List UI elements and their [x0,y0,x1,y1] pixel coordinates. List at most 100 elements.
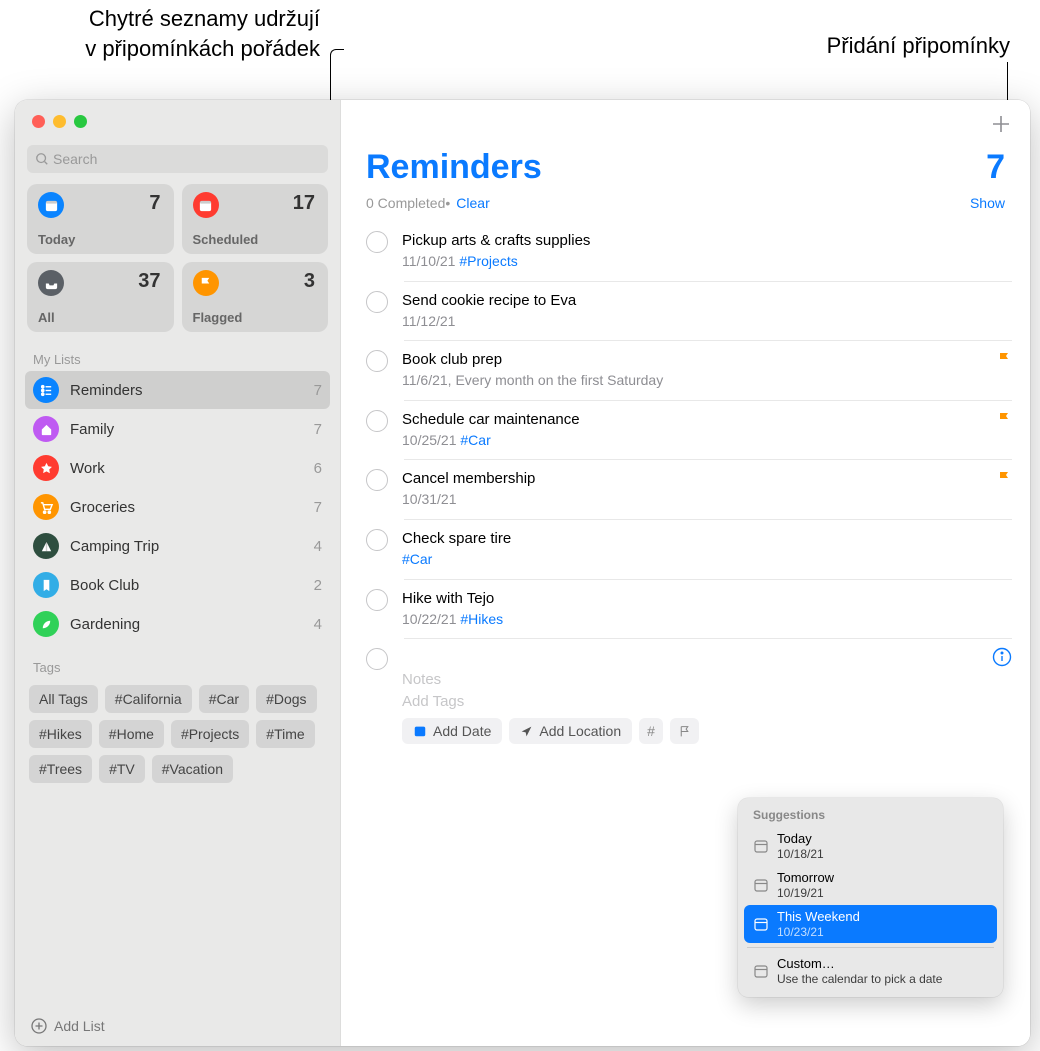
calendar-icon [38,192,64,218]
clear-button[interactable]: Clear [456,195,489,211]
calendar-icon [753,963,769,979]
reminder-meta: 11/6/21, Every month on the first Saturd… [402,371,988,391]
suggestion-label: Today [777,831,824,847]
reminder-title: Send cookie recipe to Eva [402,290,1012,311]
suggestion-custom[interactable]: Custom… Use the calendar to pick a date [744,952,997,990]
checkbox[interactable] [366,231,388,253]
list-count: 2 [314,577,322,594]
hash-icon: # [647,723,655,739]
sidebar-list-gardening[interactable]: Gardening4 [25,605,330,643]
add-list-button[interactable]: Add List [15,1006,340,1046]
suggestions-header: Suggestions [744,805,997,827]
reminder-meta: 11/10/21 #Projects [402,252,1012,272]
reminder-item[interactable]: Schedule car maintenance10/25/21 #Car [366,400,1030,460]
reminder-meta: 10/22/21 #Hikes [402,610,1012,630]
home-icon [33,416,59,442]
add-location-button[interactable]: Add Location [509,718,632,744]
tag-projects[interactable]: #Projects [171,720,249,748]
smart-label: Scheduled [193,232,259,247]
calendar-icon [193,192,219,218]
tag-dogs[interactable]: #Dogs [256,685,316,713]
checkbox[interactable] [366,648,388,670]
reminder-item[interactable]: Check spare tire#Car [366,519,1030,579]
reminder-meta: 10/25/21 #Car [402,431,988,451]
notes-placeholder[interactable]: Notes [402,669,984,691]
reminder-title: Cancel membership [402,468,988,489]
new-reminder-row[interactable]: .NotesAdd Tags Add Date Add Location # [366,638,1030,753]
window-controls [15,100,340,128]
tag-vacation[interactable]: #Vacation [152,755,233,783]
tag-trees[interactable]: #Trees [29,755,92,783]
calendar-icon [753,838,769,854]
checkbox[interactable] [366,410,388,432]
list-count: 6 [314,460,322,477]
sidebar-list-work[interactable]: Work6 [25,449,330,487]
tags-placeholder[interactable]: Add Tags [402,691,984,713]
tag-hikes[interactable]: #Hikes [29,720,92,748]
reminder-title: Schedule car maintenance [402,409,988,430]
suggestion-today[interactable]: Today10/18/21 [744,827,997,865]
smart-count: 7 [149,192,160,215]
add-flag-button[interactable] [670,718,699,744]
list-count: 4 [314,538,322,555]
list-icon [33,377,59,403]
reminder-item[interactable]: Hike with Tejo10/22/21 #Hikes [366,579,1030,639]
minimize-icon[interactable] [53,115,66,128]
annotation-add-reminder: Přidání připomínky [827,31,1010,61]
show-button[interactable]: Show [970,195,1005,211]
reminder-meta: 10/31/21 [402,490,988,510]
tag-all-tags[interactable]: All Tags [29,685,98,713]
suggestion-date: 10/23/21 [777,925,860,939]
title-input[interactable]: . [402,647,984,669]
search-placeholder: Search [53,151,97,167]
smart-count: 17 [293,192,315,215]
tag-california[interactable]: #California [105,685,192,713]
tag-time[interactable]: #Time [256,720,314,748]
calendar-icon [753,877,769,893]
checkbox[interactable] [366,469,388,491]
info-icon [992,647,1012,667]
sidebar-list-family[interactable]: Family7 [25,410,330,448]
info-button[interactable] [992,647,1012,744]
search-input[interactable]: Search [27,145,328,173]
smart-count: 37 [138,270,160,293]
sidebar-list-camping-trip[interactable]: Camping Trip4 [25,527,330,565]
sidebar-list-book-club[interactable]: Book Club2 [25,566,330,604]
smart-list-scheduled[interactable]: 17 Scheduled [182,184,329,254]
checkbox[interactable] [366,350,388,372]
checkbox[interactable] [366,291,388,313]
suggestion-this-weekend[interactable]: This Weekend10/23/21 [744,905,997,943]
checkbox[interactable] [366,589,388,611]
reminder-item[interactable]: Cancel membership10/31/21 [366,459,1030,519]
sidebar-list-reminders[interactable]: Reminders7 [25,371,330,409]
add-reminder-button[interactable] [990,113,1012,135]
flag-icon [996,470,1012,510]
reminder-item[interactable]: Send cookie recipe to Eva11/12/21 [366,281,1030,341]
add-date-button[interactable]: Add Date [402,718,502,744]
suggestion-label: This Weekend [777,909,860,925]
reminder-item[interactable]: Pickup arts & crafts supplies11/10/21 #P… [366,221,1030,281]
checkbox[interactable] [366,529,388,551]
close-icon[interactable] [32,115,45,128]
add-tag-button[interactable]: # [639,718,663,744]
reminder-item[interactable]: Book club prep11/6/21, Every month on th… [366,340,1030,400]
suggestion-label: Tomorrow [777,870,834,886]
sidebar-list-groceries[interactable]: Groceries7 [25,488,330,526]
tag-home[interactable]: #Home [99,720,164,748]
tag-tv[interactable]: #TV [99,755,145,783]
suggestion-tomorrow[interactable]: Tomorrow10/19/21 [744,866,997,904]
reminder-meta: #Car [402,550,1012,570]
tag-car[interactable]: #Car [199,685,249,713]
smart-list-all[interactable]: 37All [27,262,174,332]
bookmark-icon [33,572,59,598]
reminder-title: Hike with Tejo [402,588,1012,609]
smart-list-flagged[interactable]: 3Flagged [182,262,329,332]
flag-icon [996,351,1012,391]
list-name: Work [70,460,314,477]
smart-list-today[interactable]: 7Today [27,184,174,254]
list-count: 7 [314,499,322,516]
app-window: Search 7Today17Scheduled37All3Flagged My… [15,100,1030,1046]
zoom-icon[interactable] [74,115,87,128]
location-icon [520,725,533,738]
plus-circle-icon [31,1018,47,1034]
